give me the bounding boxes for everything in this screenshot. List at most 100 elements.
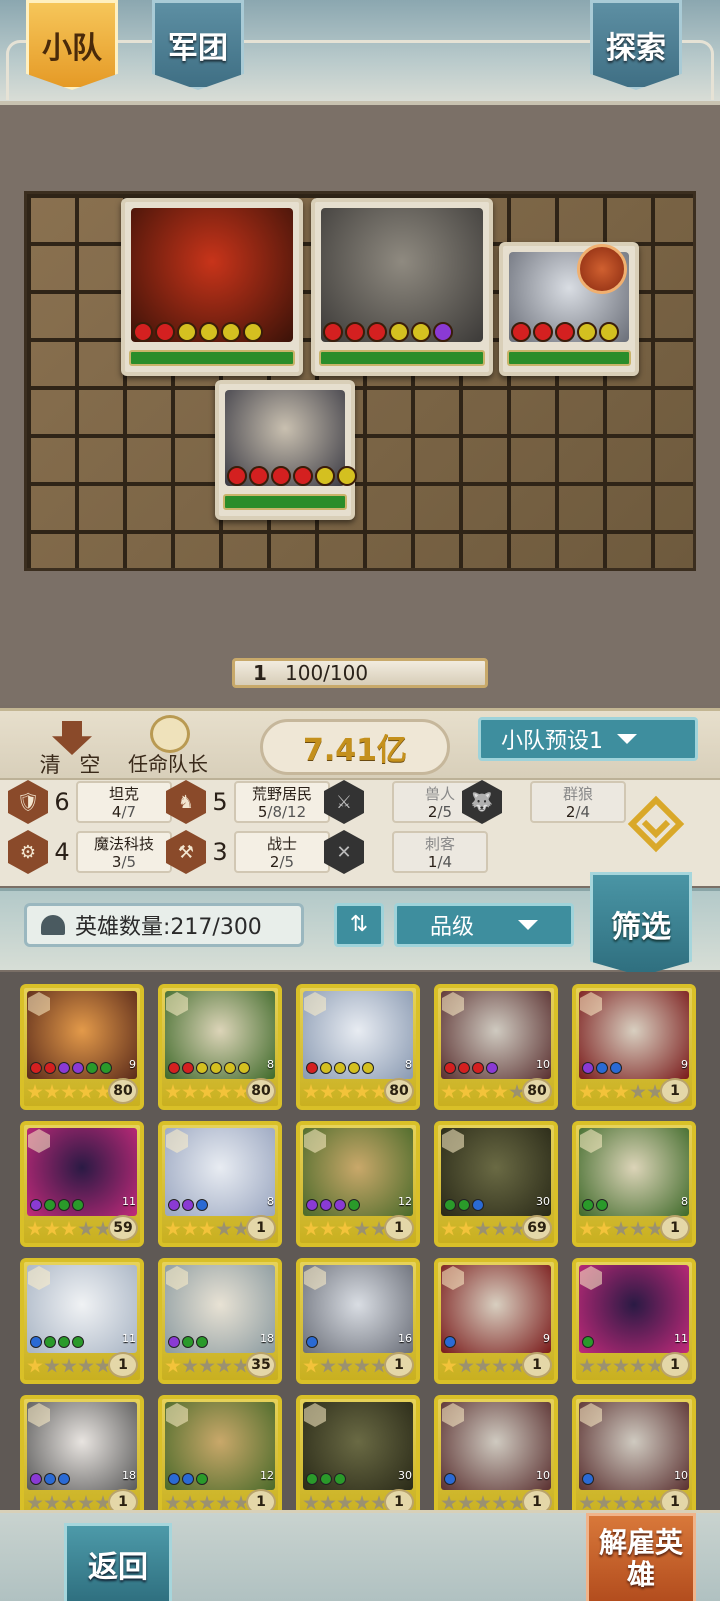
hero-cost: 10	[536, 1469, 550, 1482]
synergy-item[interactable]: ✕ 刺客 1/4	[324, 830, 488, 874]
hero-cost: 10	[536, 1058, 550, 1071]
element-dot	[582, 1199, 594, 1211]
star-icon	[441, 1084, 457, 1099]
star-icon	[337, 1358, 353, 1373]
hero-card[interactable]: 12 1	[158, 1395, 282, 1521]
grade-sort-dropdown[interactable]: 品级	[394, 903, 574, 947]
element-dot	[44, 1473, 56, 1485]
hero-card[interactable]: 8 80	[158, 984, 282, 1110]
hero-cost: 18	[122, 1469, 136, 1482]
synergy-name: 刺客	[424, 835, 455, 853]
star-icon	[216, 1221, 232, 1236]
hero-card[interactable]: 11 1	[20, 1258, 144, 1384]
synergy-progress: 2/5	[236, 853, 328, 871]
synergy-item[interactable]: 🐺 群狼 2/4	[462, 780, 626, 824]
hero-card[interactable]: 18 35	[158, 1258, 282, 1384]
hero-card[interactable]: 11 59	[20, 1121, 144, 1247]
synergy-name: 魔法科技	[93, 835, 154, 853]
back-button[interactable]: 返回	[64, 1523, 172, 1601]
hero-card[interactable]: 91	[572, 984, 696, 1110]
element-dot	[345, 322, 365, 342]
hero-element-dots	[30, 1199, 84, 1211]
squad-level: 1	[253, 661, 267, 685]
hero-element-dots	[582, 1336, 594, 1348]
synergy-name: 战士	[266, 835, 297, 853]
hero-cost: 9	[681, 1058, 688, 1071]
clear-button[interactable]: 清 空	[38, 721, 108, 779]
hero-level: 80	[384, 1078, 414, 1104]
synergy-current: 5	[257, 803, 268, 821]
hero-card[interactable]: 81	[572, 1121, 696, 1247]
hero-card[interactable]: 12 1	[296, 1121, 420, 1247]
hero-cost: 8	[405, 1058, 412, 1071]
synergy-item[interactable]: ⚒ 3 战士 2/5	[166, 830, 330, 874]
hero-level: 80	[108, 1078, 138, 1104]
hero-card[interactable]: 30 1	[296, 1395, 420, 1521]
element-dot	[30, 1336, 42, 1348]
hero-card[interactable]: 11 1	[572, 1258, 696, 1384]
element-dot	[577, 322, 597, 342]
hero-stars	[579, 1495, 663, 1511]
hero-card[interactable]: 81	[158, 1121, 282, 1247]
grade-label: 品级	[429, 915, 474, 940]
tab-squad[interactable]: 小队	[26, 0, 118, 90]
hero-stars	[165, 1358, 249, 1374]
hero-card[interactable]: 18 1	[20, 1395, 144, 1521]
dismiss-hero-button[interactable]: 解雇英雄	[586, 1513, 696, 1601]
hero-card[interactable]: 16 1	[296, 1258, 420, 1384]
expand-synergy-icon[interactable]	[626, 794, 686, 854]
hero-stars	[165, 1221, 249, 1237]
hero-element-dots	[306, 1062, 374, 1074]
hero-count-label: 英雄数量:217/300	[75, 915, 262, 940]
star-icon	[303, 1084, 319, 1099]
star-icon	[630, 1358, 646, 1373]
tab-explore[interactable]: 探索	[590, 0, 682, 90]
synergy-item[interactable]: ♞ 5 荒野居民 5/8/12	[166, 780, 330, 824]
appoint-captain-button[interactable]: 任命队长	[120, 715, 216, 779]
synergy-item[interactable]: ⚙ 4 魔法科技 3/5	[8, 830, 172, 874]
synergy-icon: ⚒	[166, 830, 206, 874]
hero-card[interactable]: 10 80	[434, 984, 558, 1110]
star-icon	[78, 1084, 94, 1099]
synergy-detail: 战士 2/5	[234, 831, 330, 873]
squad-preset-dropdown[interactable]: 小队预设1	[478, 717, 698, 761]
element-dot	[271, 466, 291, 486]
synergy-icon: 🐺	[462, 780, 502, 824]
element-dot	[30, 1473, 42, 1485]
star-icon	[579, 1084, 595, 1099]
star-icon	[44, 1495, 60, 1510]
element-dot	[306, 1062, 318, 1074]
hero-element-dots	[306, 1199, 360, 1211]
hero-stars	[579, 1221, 663, 1237]
hero-card[interactable]: 9 80	[20, 984, 144, 1110]
star-icon	[337, 1084, 353, 1099]
tab-legion[interactable]: 军团	[152, 0, 244, 90]
formation-card-fire-beast[interactable]	[121, 198, 303, 376]
hero-level: 1	[384, 1352, 414, 1378]
hero-card[interactable]: 8 80	[296, 984, 420, 1110]
synergy-item[interactable]: 🛡 6 坦克 4/7	[8, 780, 172, 824]
element-dot	[411, 322, 431, 342]
star-icon	[354, 1358, 370, 1373]
formation-card-stone-golem[interactable]	[311, 198, 493, 376]
formation-card-dark-wolf[interactable]	[215, 380, 357, 520]
formation-grid[interactable]	[24, 191, 696, 571]
hero-card[interactable]: 30 69	[434, 1121, 558, 1247]
hero-card[interactable]: 10 1	[572, 1395, 696, 1521]
hero-level: 35	[246, 1352, 276, 1378]
filter-button[interactable]: 筛选	[590, 872, 692, 976]
element-dot	[444, 1199, 456, 1211]
formation-card-white-wolf[interactable]	[499, 242, 639, 376]
element-dot	[182, 1199, 194, 1211]
hero-card[interactable]: 10 1	[434, 1395, 558, 1521]
sort-order-button[interactable]: ⇅	[334, 903, 384, 947]
hero-cost: 11	[122, 1332, 136, 1345]
element-dot	[582, 1473, 594, 1485]
hero-level: 59	[108, 1215, 138, 1241]
element-dot	[433, 322, 453, 342]
hero-stars	[303, 1084, 387, 1100]
element-dot	[320, 1473, 332, 1485]
star-icon	[199, 1084, 215, 1099]
hero-card[interactable]: 91	[434, 1258, 558, 1384]
synergy-list[interactable]: 🛡 6 坦克 4/7 ♞ 5 荒野居民 5/8/12 ⚔ 兽人 2/5 🐺 群狼 2/4 ⚙ 4 魔法科技 3/5…	[0, 778, 720, 886]
